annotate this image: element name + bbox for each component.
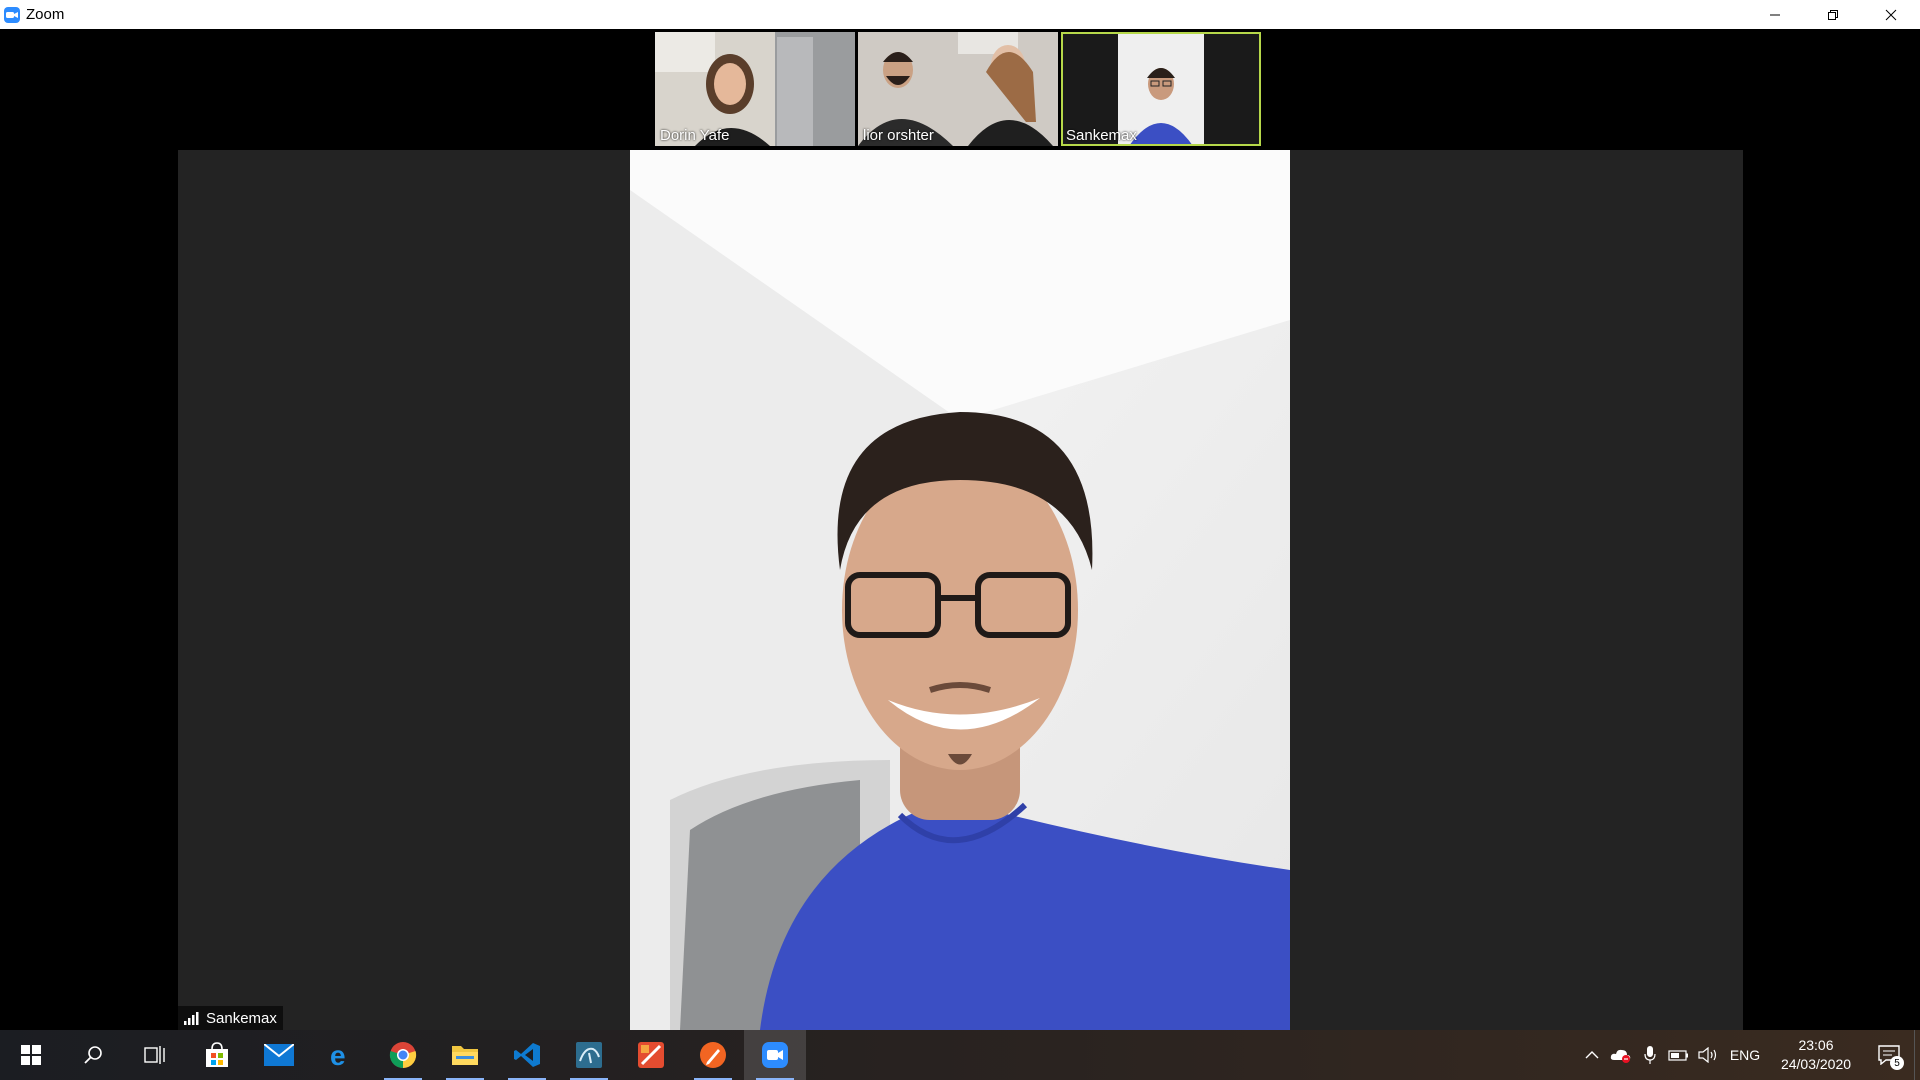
file-explorer-app[interactable] <box>434 1030 496 1080</box>
signal-strength-icon <box>184 1012 199 1025</box>
edge-icon: e <box>330 1041 346 1069</box>
close-button[interactable] <box>1862 0 1920 29</box>
zoom-logo-icon <box>4 6 20 23</box>
minimize-icon <box>1770 14 1780 15</box>
meeting-area: Dorin Yafe lior orshter Sankemax Sankema… <box>0 29 1920 1030</box>
participant-thumbnail-active[interactable]: Sankemax <box>1061 32 1261 146</box>
chrome-icon <box>389 1042 417 1069</box>
speaker-icon <box>1697 1047 1716 1063</box>
participant-thumbnail[interactable]: Dorin Yafe <box>655 32 855 146</box>
start-button[interactable] <box>0 1030 62 1080</box>
task-view-button[interactable] <box>124 1030 186 1080</box>
zoom-app[interactable] <box>744 1030 806 1080</box>
chevron-up-icon <box>1585 1051 1598 1059</box>
active-speaker-stage: Sankemax <box>178 150 1743 1030</box>
chrome-app[interactable] <box>372 1030 434 1080</box>
gallery-strip: Dorin Yafe lior orshter Sankemax <box>655 32 1261 147</box>
pen-app-icon <box>700 1042 726 1068</box>
vscode-app[interactable] <box>496 1030 558 1080</box>
participant-name: Dorin Yafe <box>660 127 730 144</box>
speaker-name: Sankemax <box>206 1009 277 1027</box>
store-icon <box>206 1042 228 1067</box>
minimize-button[interactable] <box>1746 0 1804 29</box>
app-tile-icon <box>638 1042 664 1068</box>
vscode-icon <box>514 1043 540 1067</box>
participant-thumbnail[interactable]: lior orshter <box>858 32 1058 146</box>
battery-tray-button[interactable] <box>1664 1030 1693 1080</box>
search-button[interactable] <box>62 1030 124 1080</box>
windows-logo-icon <box>21 1045 41 1065</box>
cloud-error-icon <box>1610 1049 1630 1063</box>
close-icon <box>1885 9 1897 20</box>
speaker-name-label: Sankemax <box>178 1006 283 1030</box>
microphone-icon <box>1643 1046 1656 1064</box>
clock-date: 24/03/2020 <box>1780 1056 1852 1072</box>
microphone-tray-button[interactable] <box>1635 1030 1664 1080</box>
svg-text:e: e <box>330 1041 346 1069</box>
show-desktop-button[interactable] <box>1914 1030 1920 1080</box>
input-language-indicator[interactable]: ENG <box>1722 1047 1768 1063</box>
window-title: Zoom <box>26 6 65 23</box>
mail-icon <box>264 1044 294 1066</box>
active-speaker-video <box>630 150 1290 1030</box>
system-tray: ENG 23:06 24/03/2020 5 <box>1577 1030 1920 1080</box>
mysql-workbench-app[interactable] <box>558 1030 620 1080</box>
orange-app[interactable] <box>682 1030 744 1080</box>
task-view-icon <box>144 1046 165 1064</box>
notification-count-badge: 5 <box>1890 1056 1904 1070</box>
store-app[interactable] <box>186 1030 248 1080</box>
show-hidden-icons-button[interactable] <box>1577 1030 1606 1080</box>
battery-icon <box>1667 1050 1688 1061</box>
mysql-workbench-icon <box>576 1042 602 1068</box>
volume-tray-button[interactable] <box>1693 1030 1722 1080</box>
red-app[interactable] <box>620 1030 682 1080</box>
taskbar: e ENG 23:06 24/03/2020 5 <box>0 1030 1920 1080</box>
title-bar: Zoom <box>0 0 1920 29</box>
onedrive-tray-button[interactable] <box>1606 1030 1635 1080</box>
participant-name: Sankemax <box>1066 127 1137 144</box>
restore-button[interactable] <box>1804 0 1862 29</box>
search-icon <box>84 1046 102 1064</box>
action-center-button[interactable]: 5 <box>1864 1030 1914 1080</box>
clock-time: 23:06 <box>1798 1037 1834 1053</box>
clock[interactable]: 23:06 24/03/2020 <box>1768 1036 1864 1074</box>
mail-app[interactable] <box>248 1030 310 1080</box>
folder-icon <box>452 1046 478 1065</box>
zoom-icon <box>762 1042 788 1068</box>
edge-app[interactable]: e <box>310 1030 372 1080</box>
participant-name: lior orshter <box>863 127 934 144</box>
restore-icon <box>1828 9 1838 20</box>
